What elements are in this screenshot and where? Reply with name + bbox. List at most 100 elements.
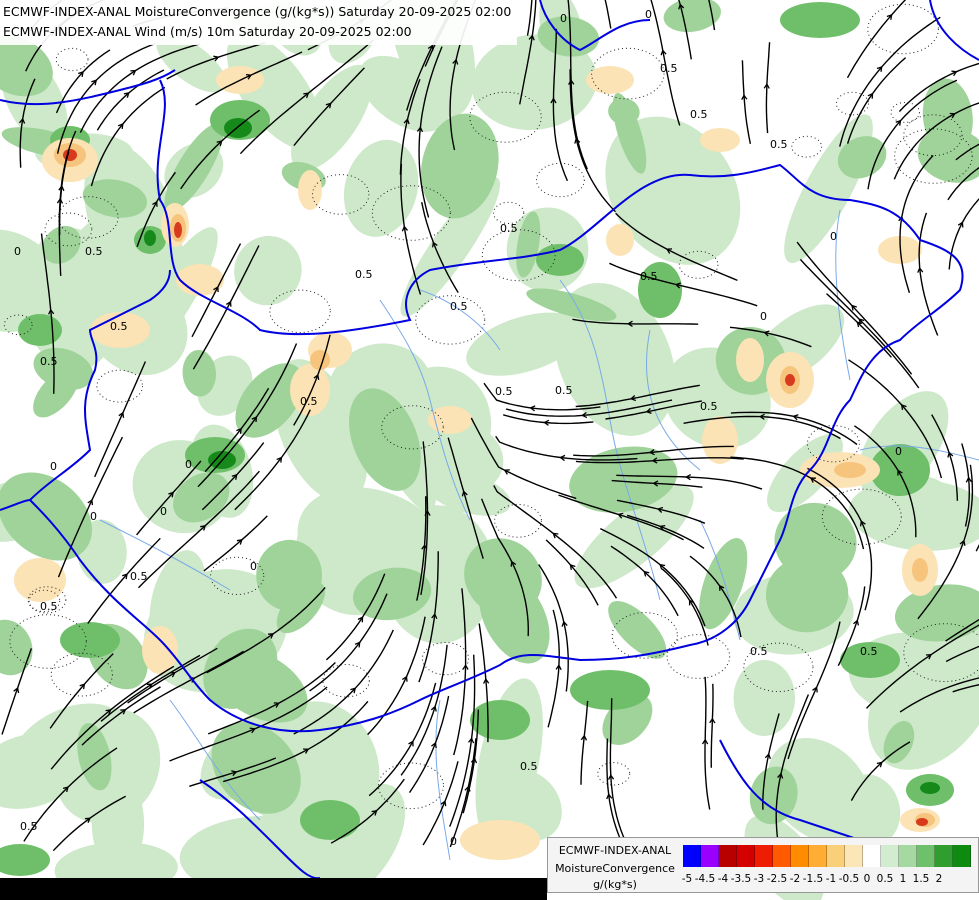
contour-label: 0 [645, 8, 652, 21]
legend-tick-label: -4.5 [694, 873, 716, 885]
contour-label: 0.5 [640, 270, 658, 283]
shade-blob [912, 558, 928, 582]
legend-tick-label: 1.5 [912, 873, 930, 885]
contour-label: 0.5 [860, 645, 878, 658]
legend-tick-label: -3 [753, 873, 765, 885]
legend-swatch [917, 845, 935, 867]
contour-label: 0.5 [40, 355, 58, 368]
legend-swatch [755, 845, 773, 867]
legend-tick-labels: -5 -4.5 -4 -3.5 -3 -2.5 -2 -1.5 -1 -0.5 0 0.5 1 1.5 2 [681, 873, 979, 887]
legend-swatch [935, 845, 953, 867]
shade-blob [14, 558, 66, 602]
shade-blob [174, 222, 182, 238]
shade-blob [18, 314, 62, 346]
shade-blob [176, 264, 224, 296]
legend-tick-label: 1 [899, 873, 907, 885]
map-title-box: ECMWF-INDEX-ANAL MoistureConvergence (g/… [0, 0, 518, 45]
shade-blob [63, 149, 77, 161]
shade-blob [736, 338, 764, 382]
shade-blob [785, 374, 795, 386]
contour-label: 0 [450, 835, 457, 848]
legend-model-name: ECMWF-INDEX-ANAL [558, 844, 672, 857]
contour-label: 0.5 [20, 820, 38, 833]
shade-blob [144, 230, 156, 246]
shade-blob [300, 800, 360, 840]
legend-tick-label: 0.5 [876, 873, 894, 885]
legend-swatch [719, 845, 737, 867]
legend-tick-label: -1 [825, 873, 837, 885]
legend-tick-label: 0 [863, 873, 871, 885]
contour-label: 0.5 [495, 385, 513, 398]
shade-blob [586, 66, 634, 94]
legend-swatch [683, 845, 701, 867]
shade-blob [290, 364, 330, 416]
contour-label: 0 [895, 445, 902, 458]
legend-color-bar [683, 845, 971, 867]
moisture-convergence-map: 0 0.5 0.5 0.5 0 0 0.5 0.5 0.5 0 0.5 0.5 0.5 0.5 0.5 0.5… [0, 0, 979, 900]
contour-label: 0.5 [450, 300, 468, 313]
shade-blob [536, 244, 584, 276]
contour-label: 0 [250, 560, 257, 573]
legend-parameter-name: MoistureConvergence [555, 862, 675, 875]
shade-blob [606, 224, 634, 256]
legend-swatch [827, 845, 845, 867]
legend-swatch [809, 845, 827, 867]
contour-label: 0.5 [355, 268, 373, 281]
contour-label: 0.5 [110, 320, 128, 333]
contour-label: 0 [160, 505, 167, 518]
legend-tick-label: -4 [717, 873, 729, 885]
contour-label: 0 [50, 460, 57, 473]
shade-blob [298, 170, 322, 210]
legend-units: g/(kg*s) [593, 878, 637, 891]
shade-blob [60, 622, 120, 658]
shade-blob [920, 782, 940, 794]
legend-tick-label: -2 [789, 873, 801, 885]
bottom-black-band [0, 878, 547, 900]
title-line-wind: ECMWF-INDEX-ANAL Wind (m/s) 10m Saturday… [3, 24, 412, 39]
legend-swatch [899, 845, 917, 867]
shade-blob [570, 670, 650, 710]
contour-label: 0.5 [660, 62, 678, 75]
shade-blob [733, 660, 796, 736]
contour-label: 0.5 [85, 245, 103, 258]
contour-label: 0.5 [750, 645, 768, 658]
contour-label: 0 [560, 12, 567, 25]
contour-label: 0.5 [130, 570, 148, 583]
shade-blob [916, 818, 928, 826]
legend-swatch [737, 845, 755, 867]
shade-blob [834, 462, 866, 478]
legend-swatch [791, 845, 809, 867]
shade-blob [460, 820, 540, 860]
contour-label: 0 [830, 230, 837, 243]
contour-label: 0.5 [700, 400, 718, 413]
legend-swatch [773, 845, 791, 867]
contour-label: 0.5 [300, 395, 318, 408]
legend-tick-label: -5 [681, 873, 693, 885]
color-legend: ECMWF-INDEX-ANAL MoistureConvergence g/(… [547, 837, 979, 893]
legend-tick-label: -0.5 [838, 873, 860, 885]
contour-label: 0.5 [520, 760, 538, 773]
shade-blob [470, 700, 530, 740]
legend-swatch [881, 845, 899, 867]
shade-blob [780, 2, 860, 38]
legend-swatch [953, 845, 971, 867]
contour-label: 0.5 [770, 138, 788, 151]
contour-label: 0 [90, 510, 97, 523]
contour-label: 0.5 [690, 108, 708, 121]
legend-swatch [845, 845, 863, 867]
legend-swatch [701, 845, 719, 867]
legend-tick-label: -3.5 [730, 873, 752, 885]
weather-map: 0 0.5 0.5 0.5 0 0 0.5 0.5 0.5 0 0.5 0.5 0.5 0.5 0.5 0.5… [0, 0, 979, 900]
contour-label: 0 [185, 458, 192, 471]
legend-tick-label: -1.5 [802, 873, 824, 885]
contour-label: 0.5 [40, 600, 58, 613]
contour-label: 0 [760, 310, 767, 323]
contour-label: 0.5 [500, 222, 518, 235]
shade-blob [700, 128, 740, 152]
legend-tick-label: 2 [935, 873, 943, 885]
title-line-moisture-convergence: ECMWF-INDEX-ANAL MoistureConvergence (g/… [3, 4, 512, 19]
contour-label: 0.5 [555, 384, 573, 397]
legend-tick-label: -2.5 [766, 873, 788, 885]
legend-swatch [863, 845, 881, 867]
contour-label: 0 [14, 245, 21, 258]
